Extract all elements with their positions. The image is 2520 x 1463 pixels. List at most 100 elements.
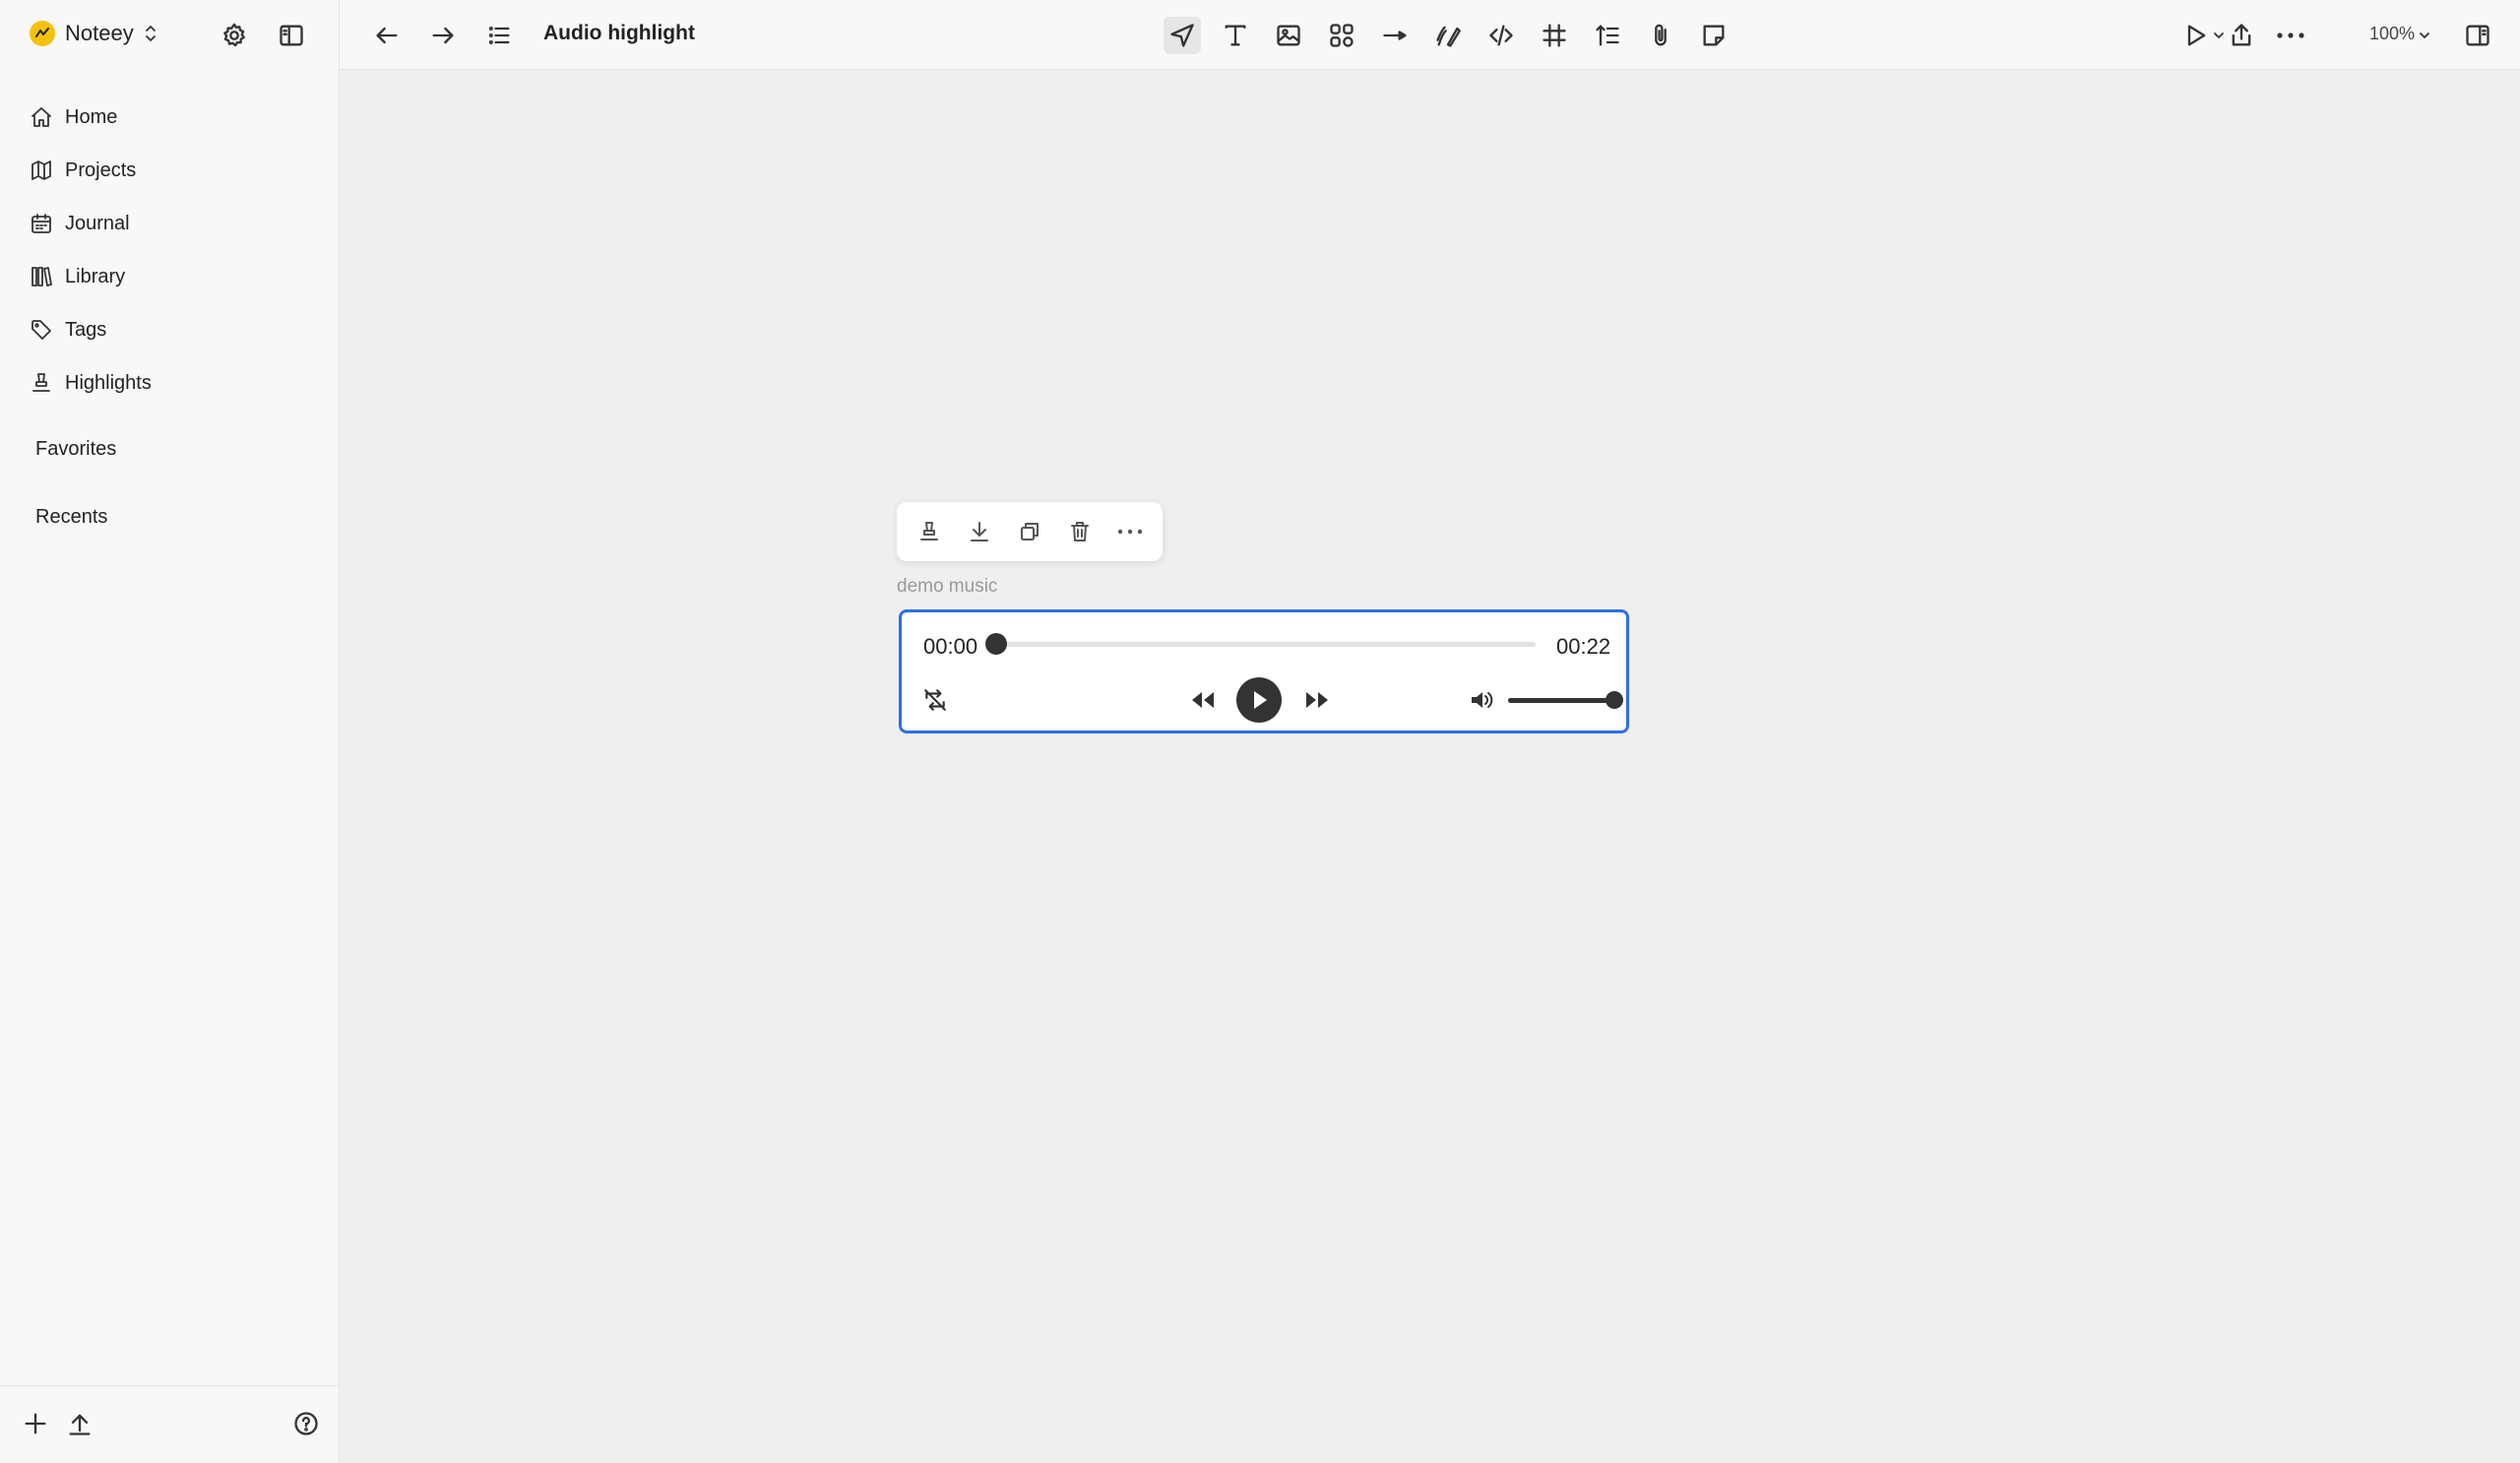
sidebar: Noteey Home Projects Journal Library Tag…	[0, 0, 340, 1463]
recents-section[interactable]: Recents	[35, 506, 107, 529]
arrow-icon	[1383, 31, 1407, 40]
toggle-sidebar-button[interactable]	[274, 18, 309, 53]
volume-slider[interactable]	[1508, 691, 1623, 709]
more-icon	[1117, 529, 1142, 535]
fast-forward-icon	[1306, 692, 1328, 708]
toggle-right-panel-button[interactable]	[2459, 17, 2496, 54]
fast-forward-button[interactable]	[1300, 683, 1334, 717]
frame-icon	[1543, 24, 1566, 47]
download-button[interactable]	[960, 512, 999, 551]
block-toolbar	[897, 502, 1163, 561]
sidebar-item-label: Journal	[65, 212, 130, 234]
highlighter-icon	[32, 373, 50, 392]
delete-icon	[1070, 522, 1089, 541]
library-icon	[32, 267, 52, 286]
sticky-note-tool[interactable]	[1695, 17, 1732, 54]
more-button[interactable]	[2272, 17, 2309, 54]
highlight-icon	[920, 522, 939, 541]
widgets-tool[interactable]	[1323, 17, 1360, 54]
image-tool[interactable]	[1270, 17, 1307, 54]
highlight-button[interactable]	[910, 512, 949, 551]
home-icon	[32, 107, 51, 127]
calendar-icon	[32, 214, 51, 233]
arrow-tool[interactable]	[1376, 17, 1414, 54]
sidebar-item-label: Home	[65, 105, 118, 128]
list-indent-icon	[1596, 25, 1619, 46]
app-name: Noteey	[65, 21, 134, 45]
attachment-icon	[1655, 24, 1667, 46]
play-icon	[2187, 25, 2206, 46]
code-tool[interactable]	[1482, 17, 1520, 54]
help-icon	[294, 1412, 318, 1435]
right-panel-icon	[2466, 25, 2489, 46]
image-icon	[1277, 25, 1300, 46]
text-tool[interactable]	[1217, 17, 1254, 54]
sidebar-item-home[interactable]: Home	[30, 91, 152, 144]
sidebar-item-tags[interactable]: Tags	[30, 303, 152, 356]
pen-tool[interactable]	[1429, 17, 1467, 54]
favorites-section[interactable]: Favorites	[35, 438, 116, 461]
frame-tool[interactable]	[1536, 17, 1573, 54]
checklist-tool[interactable]	[1589, 17, 1626, 54]
noteey-logo-icon	[30, 21, 55, 46]
outline-button[interactable]	[480, 17, 518, 54]
chevron-down-icon	[2420, 32, 2429, 38]
more-icon	[2277, 32, 2304, 38]
widgets-icon	[1330, 24, 1354, 47]
play-icon	[1254, 691, 1267, 709]
sidebar-item-projects[interactable]: Projects	[30, 144, 152, 197]
plus-icon	[25, 1413, 46, 1434]
arrow-right-icon	[432, 27, 454, 44]
loop-button[interactable]	[918, 683, 952, 717]
upload-icon	[69, 1414, 91, 1435]
attachment-tool[interactable]	[1642, 17, 1679, 54]
workspace-switcher[interactable]: Noteey	[30, 18, 158, 49]
rewind-button[interactable]	[1186, 683, 1220, 717]
zoom-dropdown-button[interactable]	[2414, 17, 2435, 54]
rewind-icon	[1192, 692, 1214, 708]
select-tool[interactable]	[1164, 17, 1201, 54]
download-icon	[971, 522, 989, 541]
volume-icon	[1472, 692, 1493, 708]
zoom-level: 100%	[2369, 24, 2416, 43]
progress-slider[interactable]	[985, 633, 1536, 655]
duration-time: 00:22	[1556, 634, 1611, 659]
share-button[interactable]	[2223, 17, 2260, 54]
sidebar-item-library[interactable]: Library	[30, 250, 152, 303]
sidebar-panel-icon	[280, 25, 303, 46]
arrow-left-icon	[376, 27, 398, 44]
delete-button[interactable]	[1060, 512, 1100, 551]
sidebar-footer	[0, 1385, 339, 1463]
sidebar-nav: Home Projects Journal Library Tags Highl…	[30, 91, 152, 410]
import-button[interactable]	[64, 1408, 95, 1439]
back-button[interactable]	[368, 17, 406, 54]
code-icon	[1489, 25, 1513, 46]
volume-thumb[interactable]	[1606, 691, 1623, 709]
sidebar-item-label: Projects	[65, 159, 137, 181]
tag-icon	[32, 320, 51, 340]
sidebar-item-label: Tags	[65, 318, 107, 341]
progress-thumb[interactable]	[985, 633, 1007, 655]
block-more-button[interactable]	[1110, 512, 1150, 551]
loop-off-icon	[924, 689, 946, 711]
settings-button[interactable]	[217, 18, 252, 53]
mute-button[interactable]	[1465, 683, 1498, 717]
zoom-control[interactable]: 100%	[2369, 24, 2415, 44]
duplicate-icon	[1020, 523, 1039, 541]
forward-button[interactable]	[424, 17, 462, 54]
sidebar-item-highlights[interactable]: Highlights	[30, 356, 152, 410]
audio-caption[interactable]: demo music	[897, 576, 997, 598]
audio-player[interactable]: 00:00 00:22	[899, 609, 1629, 733]
duplicate-button[interactable]	[1010, 512, 1049, 551]
topbar: Audio highlight 100%	[340, 0, 2520, 70]
sticky-note-icon	[1703, 25, 1725, 46]
help-button[interactable]	[290, 1408, 322, 1439]
pen-icon	[1436, 26, 1461, 47]
list-icon	[488, 27, 510, 44]
chevron-updown-icon	[145, 26, 156, 41]
sidebar-item-journal[interactable]: Journal	[30, 197, 152, 250]
map-icon	[32, 160, 51, 180]
play-button[interactable]	[1236, 677, 1282, 723]
add-button[interactable]	[20, 1408, 51, 1439]
select-icon	[1170, 24, 1194, 47]
